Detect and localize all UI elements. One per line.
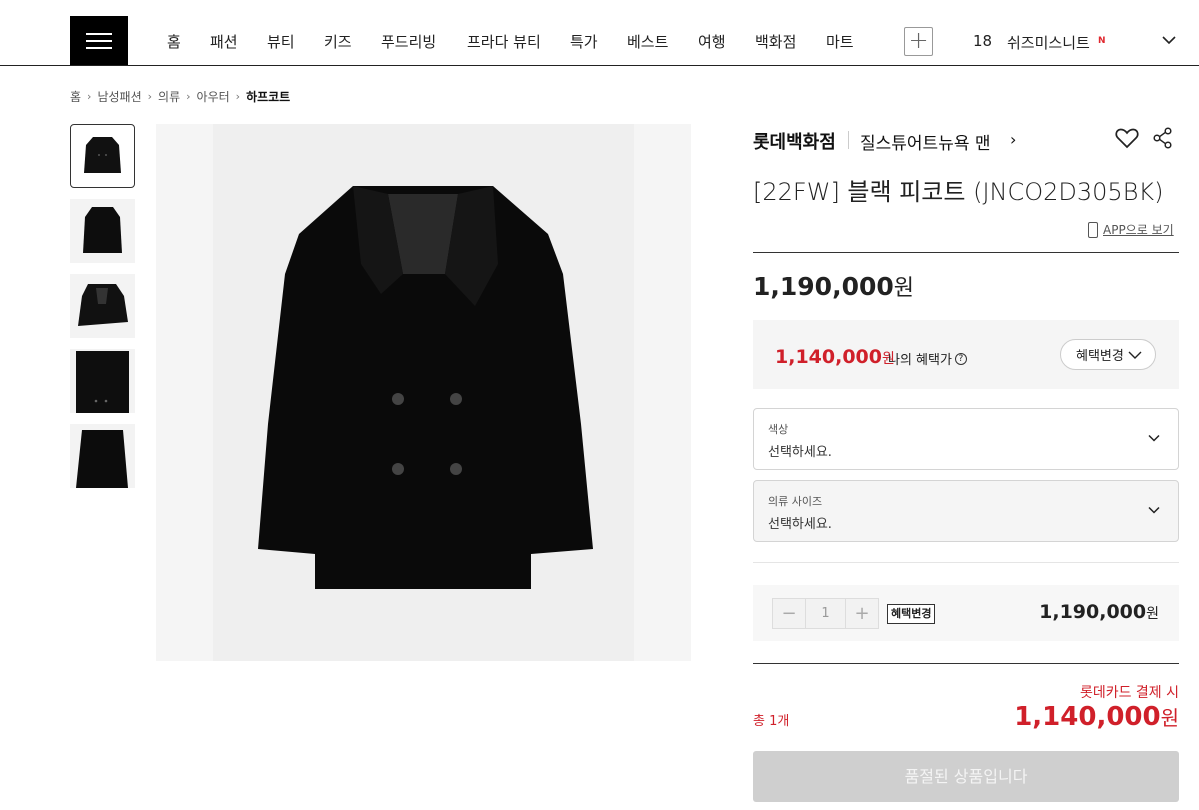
total-count: 총 1개 [753,714,790,729]
breadcrumb-home[interactable]: 홈 [70,88,81,105]
nav-item-5[interactable]: 프라다 뷰티 [467,31,541,52]
chevron-down-icon[interactable] [1162,33,1176,47]
thumbnail-3[interactable] [70,274,135,338]
quantity-price: 1,190,000원 [1039,601,1159,623]
nav-item-4[interactable]: 푸드리빙 [381,31,436,52]
thumbnail-1[interactable] [70,124,135,188]
breadcrumb-mens-fashion[interactable]: 남성패션 [97,88,141,105]
lotte-card-note: 롯데카드 결제 시 [1079,685,1179,701]
breadcrumb-outer[interactable]: 아우터 [197,88,230,105]
breadcrumb-half-coat[interactable]: 하프코트 [246,88,290,105]
chevron-right-icon: › [235,90,241,103]
color-select-value: 선택하세요. [768,445,832,460]
price-unit: 원 [893,276,915,301]
change-benefit-label: 혜택변경 [1076,349,1124,364]
quantity-benefit-change-button[interactable]: 혜택변경 [887,604,936,624]
quantity-row: − 1 + 혜택변경 1,190,000원 [753,585,1179,641]
chevron-right-icon: › [1010,130,1017,149]
thumbnail-2[interactable] [70,199,135,263]
size-select-label: 의류 사이즈 [768,495,823,508]
hamburger-menu-button[interactable] [70,16,128,65]
trending-rank: 18 [973,32,993,50]
divider [753,663,1179,664]
heart-icon[interactable] [1115,127,1139,149]
nav-item-6[interactable]: 특가 [570,31,598,52]
chevron-right-icon: › [87,90,92,103]
app-view-label: APP으로 보기 [1103,223,1174,237]
benefit-price: 1,140,000원 [775,346,895,368]
thumbnail-5[interactable] [70,424,135,488]
chevron-right-icon: › [147,90,153,103]
breadcrumb: 홈 › 남성패션 › 의류 › 아우터 › 하프코트 [70,88,290,105]
app-view-link[interactable]: APP으로 보기 [1088,221,1174,238]
quantity-decrease-button[interactable]: − [773,599,806,628]
breadcrumb-clothing[interactable]: 의류 [158,88,180,105]
nav-item-7[interactable]: 베스트 [627,31,668,52]
help-icon[interactable]: ? [954,352,967,365]
color-select-label: 색상 [768,423,789,436]
quantity-stepper[interactable]: − 1 + [772,598,879,629]
divider [753,252,1179,253]
nav-item-1[interactable]: 패션 [210,31,238,52]
thumbnail-4[interactable] [70,349,135,413]
nav-item-2[interactable]: 뷰티 [267,31,295,52]
change-benefit-button[interactable]: 혜택변경 [1060,339,1156,370]
trending-keyword-link[interactable]: 쉬즈미스니트 [1007,32,1090,53]
pea-coat-image [258,186,593,589]
divider [753,562,1179,563]
benefit-label-text: 나의 혜택가 [888,353,952,368]
chevron-down-icon [1128,351,1142,359]
chevron-down-icon [1148,434,1160,442]
benefit-price-value: 1,140,000 [775,346,882,368]
product-main-image [156,124,691,661]
benefit-price-box: 1,140,000원 나의 혜택가 ? 혜택변경 [753,320,1179,389]
product-title: [22FW] 블랙 피코트 (JNCO2D305BK) [753,178,1164,206]
color-select[interactable]: 색상 선택하세요. [753,408,1179,470]
price-value: 1,190,000 [753,272,894,301]
quantity-price-value: 1,190,000 [1039,601,1147,623]
brand-name[interactable]: 롯데백화점 [753,128,836,154]
total-price-unit: 원 [1160,706,1179,730]
chevron-right-icon: › [186,90,191,103]
nav-item-9[interactable]: 백화점 [755,31,796,52]
divider [848,131,849,149]
total-price: 1,140,000원 [1014,702,1179,732]
phone-icon [1088,221,1098,238]
nav-item-3[interactable]: 키즈 [324,31,352,52]
total-price-value: 1,140,000 [1014,702,1161,732]
nav-item-0[interactable]: 홈 [167,31,181,52]
size-select[interactable]: 의류 사이즈 선택하세요. [753,480,1179,542]
share-icon[interactable] [1153,127,1173,149]
new-badge: N [1098,36,1106,46]
size-select-value: 선택하세요. [768,517,832,532]
quantity-increase-button[interactable]: + [845,599,878,628]
top-navigation: 홈 패션 뷰티 키즈 푸드리빙 프라다 뷰티 특가 베스트 여행 백화점 마트 + 18 쉬즈미스니… [0,0,1199,66]
quantity-value[interactable]: 1 [806,599,845,628]
subbrand-link[interactable]: 질스튜어트뉴욕 맨 [860,129,991,154]
chevron-down-icon [1148,506,1160,514]
quantity-price-unit: 원 [1146,606,1159,622]
add-menu-button[interactable]: + [904,27,933,56]
soldout-button[interactable]: 품절된 상품입니다 [753,751,1179,802]
benefit-label[interactable]: 나의 혜택가 ? [888,349,967,368]
product-price: 1,190,000원 [753,270,914,302]
nav-item-8[interactable]: 여행 [698,31,726,52]
nav-item-10[interactable]: 마트 [826,31,854,52]
